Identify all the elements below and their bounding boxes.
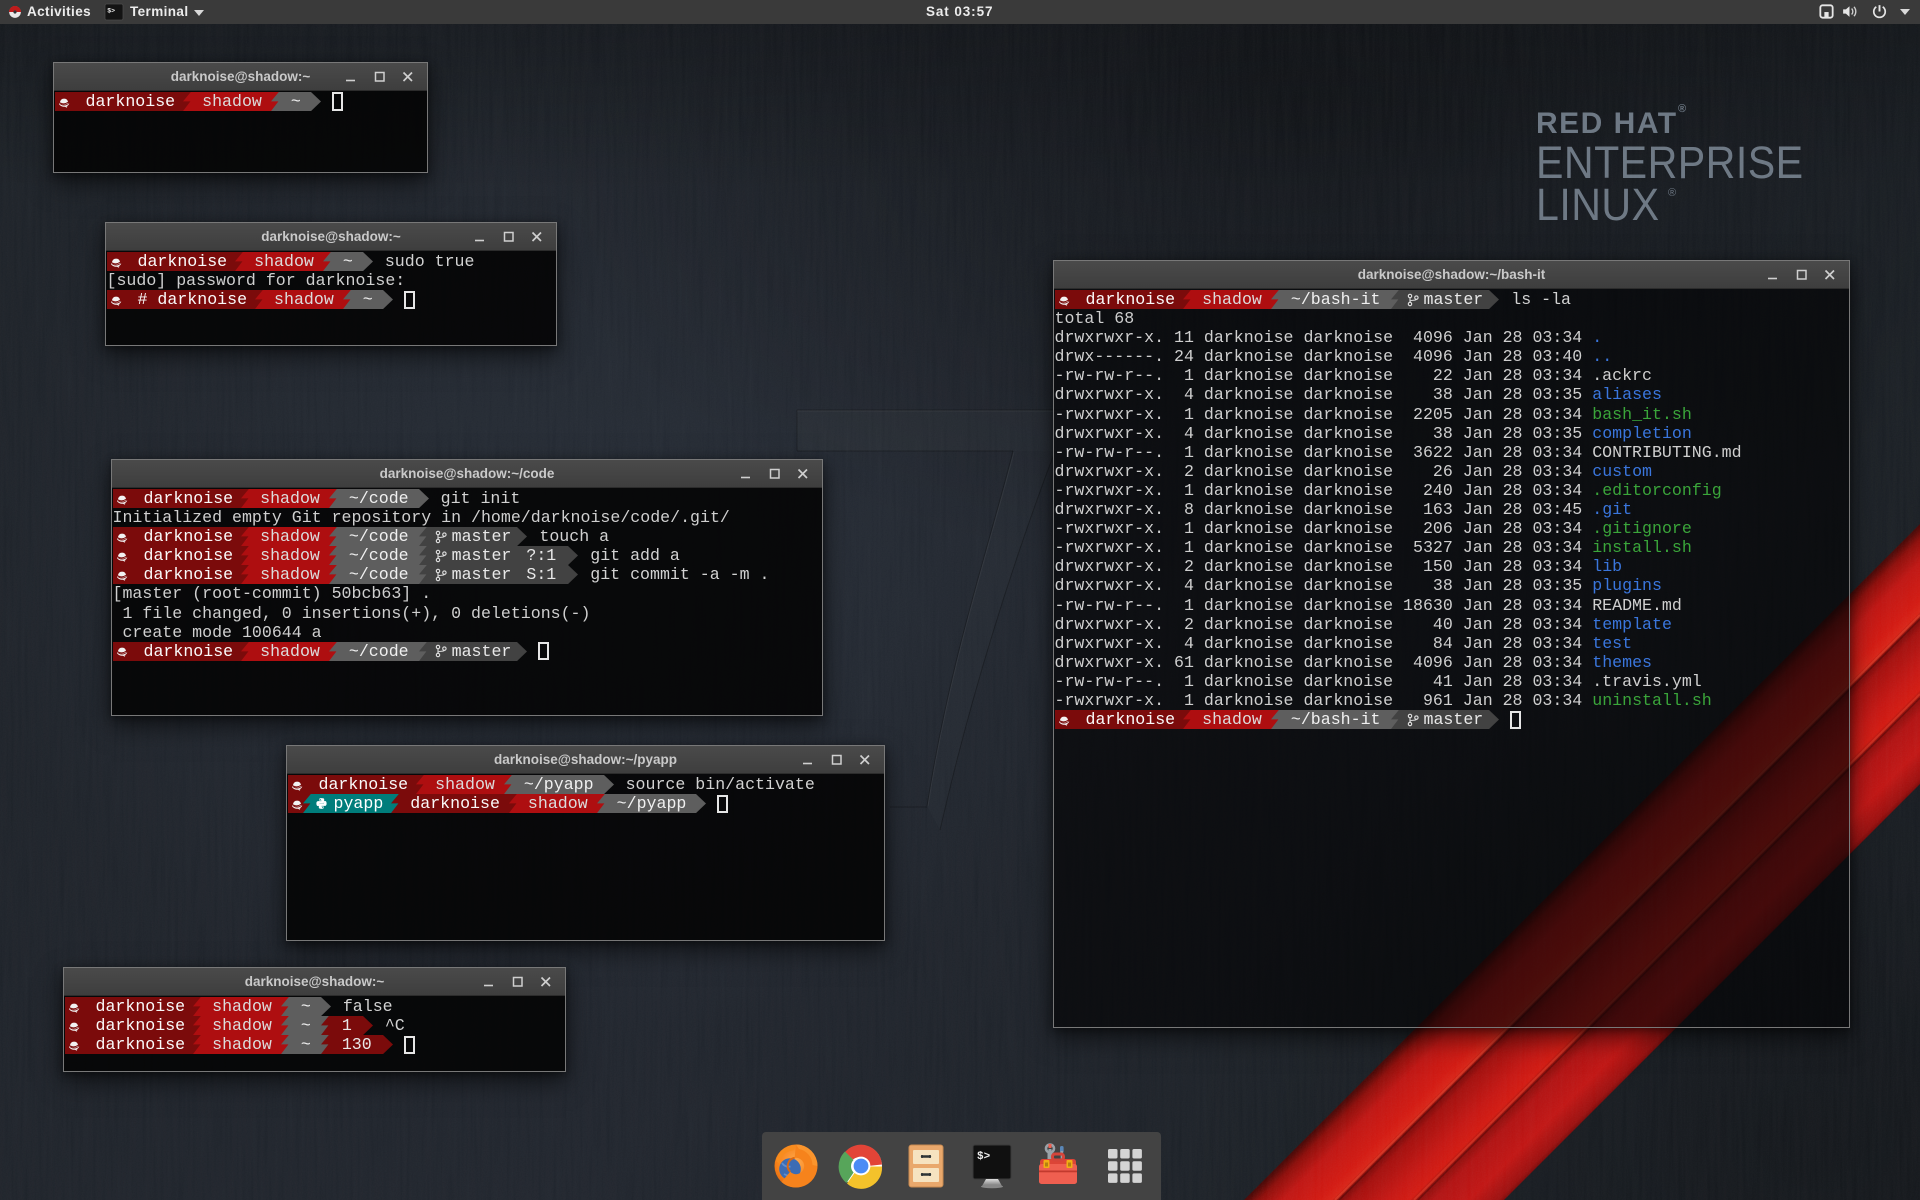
svg-text:$>: $> [107,8,115,15]
svg-text:$>: $> [977,1151,991,1163]
